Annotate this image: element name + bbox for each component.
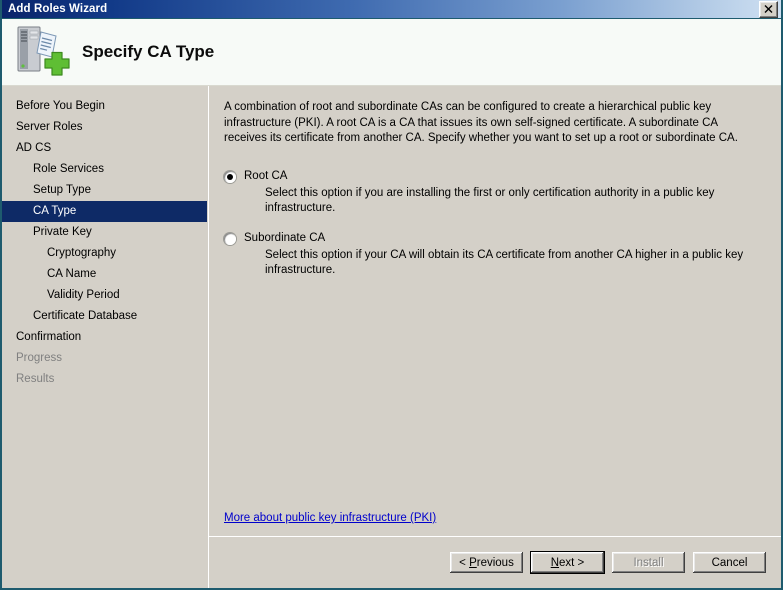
body: Before You Begin Server Roles AD CS Role… xyxy=(2,86,781,588)
option-root-ca: Root CA Select this option if you are in… xyxy=(224,169,765,217)
footer-buttons: < Previous Next > Install Cancel xyxy=(209,536,781,588)
add-roles-wizard-window: Add Roles Wizard xyxy=(0,0,783,590)
install-button: Install xyxy=(611,551,686,574)
content-panel: A combination of root and subordinate CA… xyxy=(209,86,781,588)
close-glyph xyxy=(764,5,773,14)
link-container: More about public key infrastructure (PK… xyxy=(224,512,436,524)
intro-text: A combination of root and subordinate CA… xyxy=(224,100,755,147)
sidebar-item-validity-period[interactable]: Validity Period xyxy=(2,285,208,306)
previous-button[interactable]: < Previous xyxy=(449,551,524,574)
sidebar-item-server-roles[interactable]: Server Roles xyxy=(2,117,208,138)
sidebar-item-progress: Progress xyxy=(2,348,208,369)
wizard-steps-sidebar: Before You Begin Server Roles AD CS Role… xyxy=(2,86,209,588)
header: Specify CA Type xyxy=(2,19,781,86)
sidebar-item-ca-name[interactable]: CA Name xyxy=(2,264,208,285)
next-button[interactable]: Next > xyxy=(530,551,605,574)
sidebar-item-setup-type[interactable]: Setup Type xyxy=(2,180,208,201)
cancel-button-label: Cancel xyxy=(712,557,748,569)
option-subordinate-ca-label: Subordinate CA xyxy=(244,231,325,245)
window-title: Add Roles Wizard xyxy=(2,3,107,15)
option-subordinate-ca-description: Select this option if your CA will obtai… xyxy=(265,248,747,279)
next-button-label: Next > xyxy=(551,557,585,569)
cancel-button[interactable]: Cancel xyxy=(692,551,767,574)
option-root-ca-row[interactable]: Root CA xyxy=(224,169,765,183)
option-root-ca-label: Root CA xyxy=(244,169,287,183)
sidebar-item-certificate-database[interactable]: Certificate Database xyxy=(2,306,208,327)
sidebar-item-confirmation[interactable]: Confirmation xyxy=(2,327,208,348)
sidebar-item-role-services[interactable]: Role Services xyxy=(2,159,208,180)
install-button-label: Install xyxy=(633,557,663,569)
previous-button-label: < Previous xyxy=(459,557,514,569)
radio-root-ca-icon[interactable] xyxy=(224,171,236,183)
radio-subordinate-ca-icon[interactable] xyxy=(224,233,236,245)
content-main: A combination of root and subordinate CA… xyxy=(209,86,781,536)
page-title: Specify CA Type xyxy=(82,42,214,62)
server-certificate-add-icon xyxy=(12,23,72,81)
more-about-pki-link[interactable]: More about public key infrastructure (PK… xyxy=(224,512,436,524)
option-subordinate-ca: Subordinate CA Select this option if you… xyxy=(224,231,765,279)
titlebar: Add Roles Wizard xyxy=(2,0,781,19)
close-icon[interactable] xyxy=(759,1,778,18)
option-root-ca-description: Select this option if you are installing… xyxy=(265,186,747,217)
option-subordinate-ca-row[interactable]: Subordinate CA xyxy=(224,231,765,245)
sidebar-item-cryptography[interactable]: Cryptography xyxy=(2,243,208,264)
sidebar-item-private-key[interactable]: Private Key xyxy=(2,222,208,243)
sidebar-item-ca-type[interactable]: CA Type xyxy=(2,201,207,222)
sidebar-item-results: Results xyxy=(2,369,208,390)
ca-type-radio-group: Root CA Select this option if you are in… xyxy=(224,169,765,279)
sidebar-item-before-you-begin[interactable]: Before You Begin xyxy=(2,96,208,117)
sidebar-item-ad-cs[interactable]: AD CS xyxy=(2,138,208,159)
